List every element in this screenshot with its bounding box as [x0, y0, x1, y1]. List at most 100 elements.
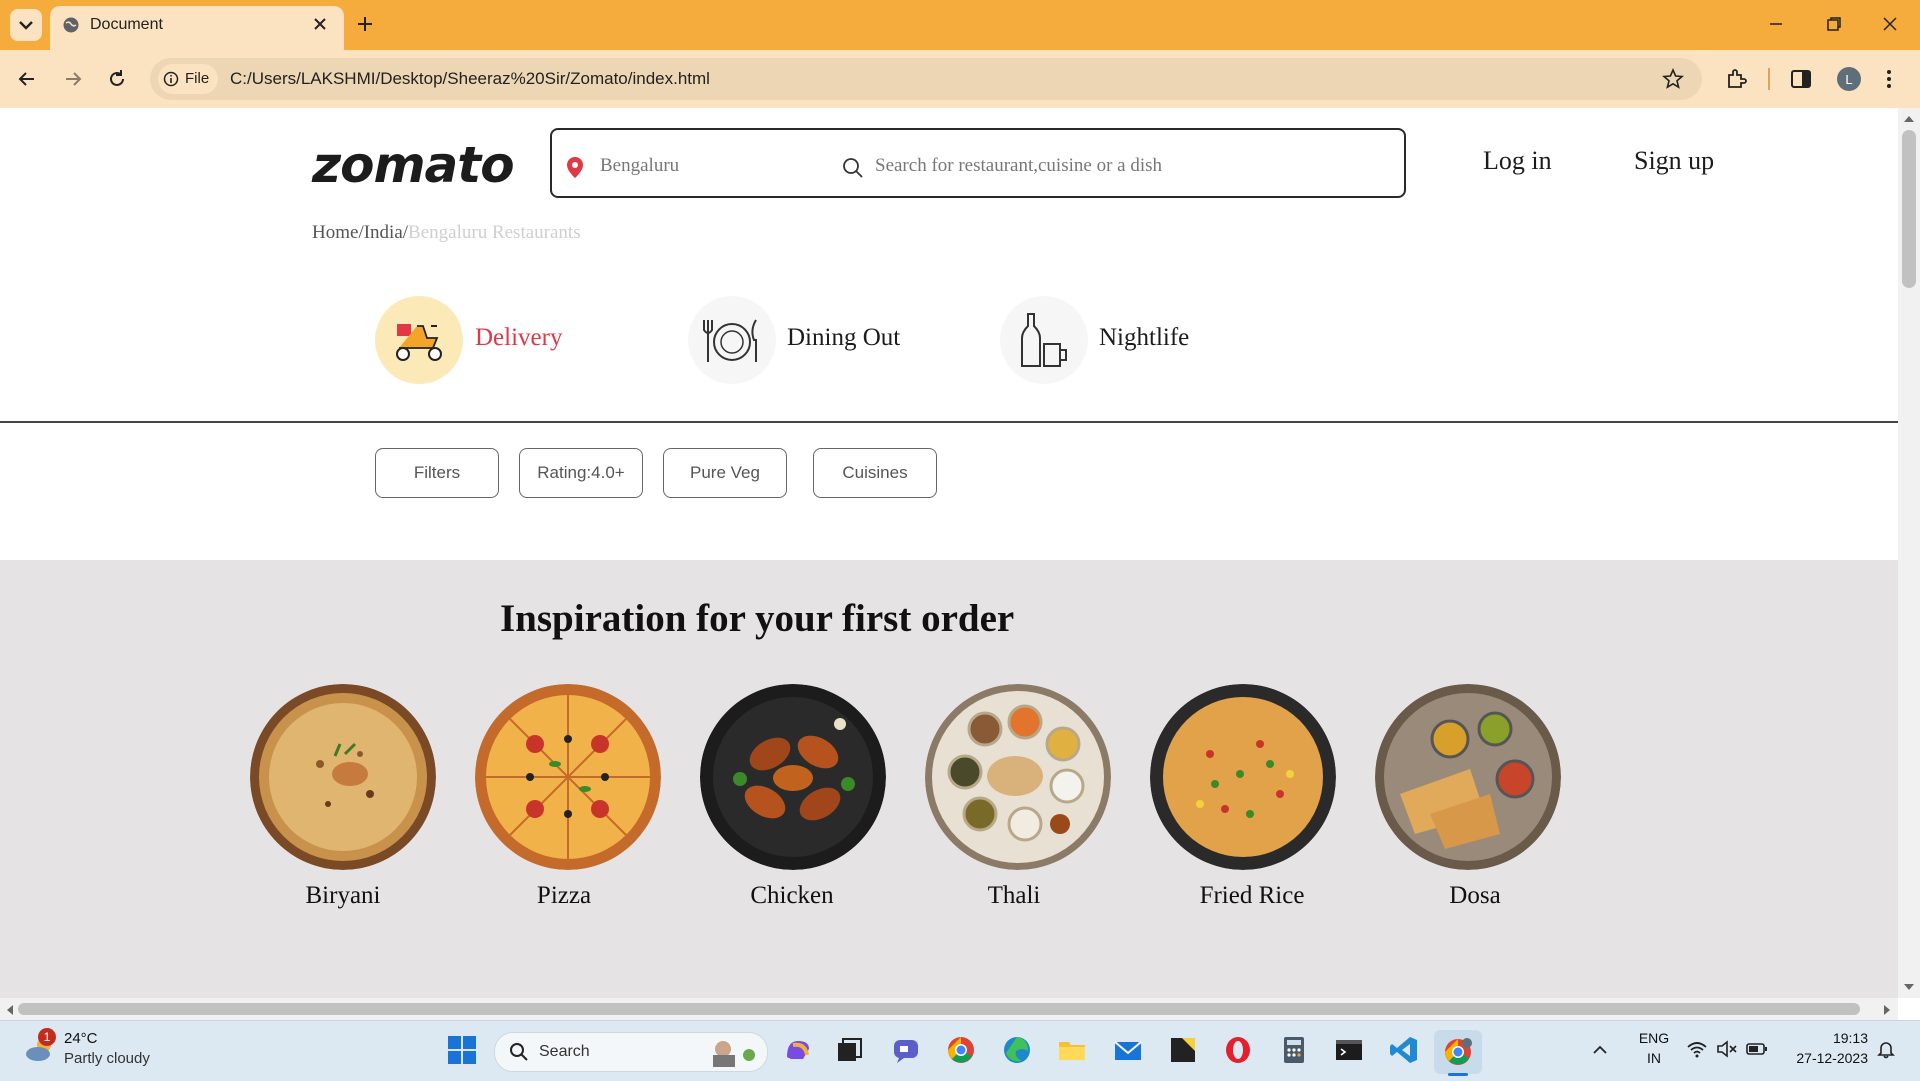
nightlife-bottle-icon	[1000, 296, 1088, 384]
taskbar-search-label: Search	[539, 1043, 590, 1060]
category-label: Delivery	[475, 324, 563, 351]
pure-veg-filter-button[interactable]: Pure Veg	[663, 448, 787, 498]
copilot-icon[interactable]	[783, 1035, 813, 1065]
new-tab-icon[interactable]	[356, 15, 374, 33]
region-code: IN	[1647, 1050, 1661, 1066]
running-indicator	[1448, 1073, 1468, 1076]
dining-plate-icon	[688, 296, 776, 384]
weather-temp: 24°C	[64, 1030, 98, 1047]
weather-badge: 1	[38, 1028, 56, 1046]
food-label: Pizza	[536, 882, 592, 909]
search-input[interactable]: Search for restaurant,cuisine or a dish	[875, 155, 1162, 177]
toolbar-divider	[1768, 68, 1770, 90]
weather-widget[interactable]: 1 24°C Partly cloudy	[20, 1028, 180, 1072]
vscode-icon[interactable]	[1389, 1035, 1419, 1065]
thali-image[interactable]	[925, 684, 1111, 870]
language-indicator[interactable]: ENG IN	[1636, 1030, 1672, 1070]
sticky-notes-icon[interactable]	[1168, 1035, 1198, 1065]
side-panel-icon[interactable]	[1790, 68, 1812, 90]
filters-button[interactable]: Filters	[375, 448, 499, 498]
login-link[interactable]: Log in	[1483, 146, 1552, 176]
location-pin-icon	[567, 157, 583, 178]
inspiration-title: Inspiration for your first order	[500, 597, 1015, 640]
windows-start-icon[interactable]	[447, 1035, 477, 1065]
browser-menu-icon[interactable]	[1884, 67, 1894, 91]
forward-icon[interactable]	[62, 68, 84, 90]
breadcrumb-current: Bengaluru Restaurants	[408, 222, 581, 243]
battery-icon[interactable]	[1746, 1042, 1768, 1056]
back-icon[interactable]	[16, 68, 38, 90]
calculator-icon[interactable]	[1279, 1035, 1309, 1065]
location-input[interactable]: Bengaluru	[600, 155, 679, 177]
signup-link[interactable]: Sign up	[1634, 146, 1714, 176]
clock[interactable]: 19:13 27-12-2023	[1782, 1030, 1868, 1070]
cuisines-filter-button[interactable]: Cuisines	[813, 448, 937, 498]
site-info-label: File	[185, 70, 210, 87]
info-icon	[163, 71, 179, 87]
edge-icon[interactable]	[1002, 1035, 1032, 1065]
breadcrumb-home[interactable]: Home	[312, 222, 358, 243]
url-text: C:/Users/LAKSHMI/Desktop/Sheeraz%20Sir/Z…	[230, 69, 710, 88]
tab-title: Document	[90, 16, 163, 33]
chevron-down-icon	[19, 21, 33, 30]
extensions-icon[interactable]	[1724, 67, 1748, 91]
task-view-icon[interactable]	[834, 1035, 864, 1065]
horizontal-scroll-thumb[interactable]	[18, 1003, 1860, 1015]
opera-icon[interactable]	[1223, 1035, 1253, 1065]
scroll-down-arrow-icon[interactable]	[1903, 982, 1915, 992]
food-label: Thali	[987, 882, 1041, 909]
weather-desc: Partly cloudy	[64, 1050, 150, 1067]
chrome-active-taskbar-button[interactable]	[1434, 1030, 1482, 1074]
section-divider	[0, 421, 1898, 423]
food-label: Chicken	[750, 882, 834, 909]
file-explorer-icon[interactable]	[1057, 1035, 1087, 1065]
food-label: Dosa	[1449, 882, 1501, 909]
dosa-image[interactable]	[1375, 684, 1561, 870]
rating-filter-button[interactable]: Rating:4.0+	[519, 448, 643, 498]
bookmark-star-icon[interactable]	[1662, 68, 1684, 90]
wifi-icon[interactable]	[1686, 1040, 1708, 1058]
search-icon	[843, 158, 863, 178]
clock-date: 27-12-2023	[1796, 1050, 1868, 1066]
food-label: Biryani	[305, 882, 381, 909]
scroll-right-arrow-icon[interactable]	[1882, 1004, 1892, 1016]
fried-rice-image[interactable]	[1150, 684, 1336, 870]
teams-chat-icon[interactable]	[891, 1035, 921, 1065]
notification-bell-icon[interactable]	[1876, 1039, 1896, 1059]
food-label: Fried Rice	[1199, 882, 1305, 909]
clock-time: 19:13	[1832, 1030, 1868, 1046]
restore-icon[interactable]	[1826, 16, 1842, 32]
search-icon	[510, 1043, 528, 1061]
zomato-logo[interactable]: zomato	[312, 136, 515, 194]
chicken-image[interactable]	[700, 684, 886, 870]
category-dining-out[interactable]: Dining Out	[688, 296, 948, 386]
site-info-chip[interactable]: File	[158, 64, 218, 94]
scroll-up-arrow-icon[interactable]	[1903, 114, 1915, 124]
tab-search-button[interactable]	[10, 9, 42, 41]
chrome-icon[interactable]	[946, 1035, 976, 1065]
vertical-scroll-thumb[interactable]	[1902, 130, 1916, 288]
taskbar-search-box[interactable]: Search	[494, 1032, 768, 1072]
globe-icon	[63, 17, 79, 33]
breadcrumb: Home/India/Bengaluru Restaurants	[312, 222, 581, 244]
terminal-icon[interactable]	[1334, 1035, 1364, 1065]
search-highlight-icon	[713, 1041, 755, 1067]
category-label: Dining Out	[787, 324, 901, 351]
chrome-profile-icon	[1445, 1038, 1472, 1065]
mail-icon[interactable]	[1113, 1035, 1143, 1065]
breadcrumb-country[interactable]: India	[364, 222, 403, 243]
reload-icon[interactable]	[106, 68, 128, 90]
tab-close-icon[interactable]	[312, 16, 328, 32]
show-hidden-icons-chevron-icon[interactable]	[1592, 1043, 1608, 1057]
profile-initial: L	[1845, 71, 1853, 87]
pizza-image[interactable]	[475, 684, 661, 870]
biryani-image[interactable]	[250, 684, 436, 870]
category-delivery[interactable]: Delivery	[375, 296, 635, 386]
close-window-icon[interactable]	[1882, 16, 1898, 32]
profile-avatar[interactable]: L	[1837, 67, 1861, 91]
language-code: ENG	[1638, 1030, 1670, 1046]
category-nightlife[interactable]: Nightlife	[1000, 296, 1260, 386]
scroll-left-arrow-icon[interactable]	[5, 1004, 15, 1016]
minimize-icon[interactable]	[1768, 16, 1784, 32]
volume-muted-icon[interactable]	[1716, 1040, 1738, 1058]
